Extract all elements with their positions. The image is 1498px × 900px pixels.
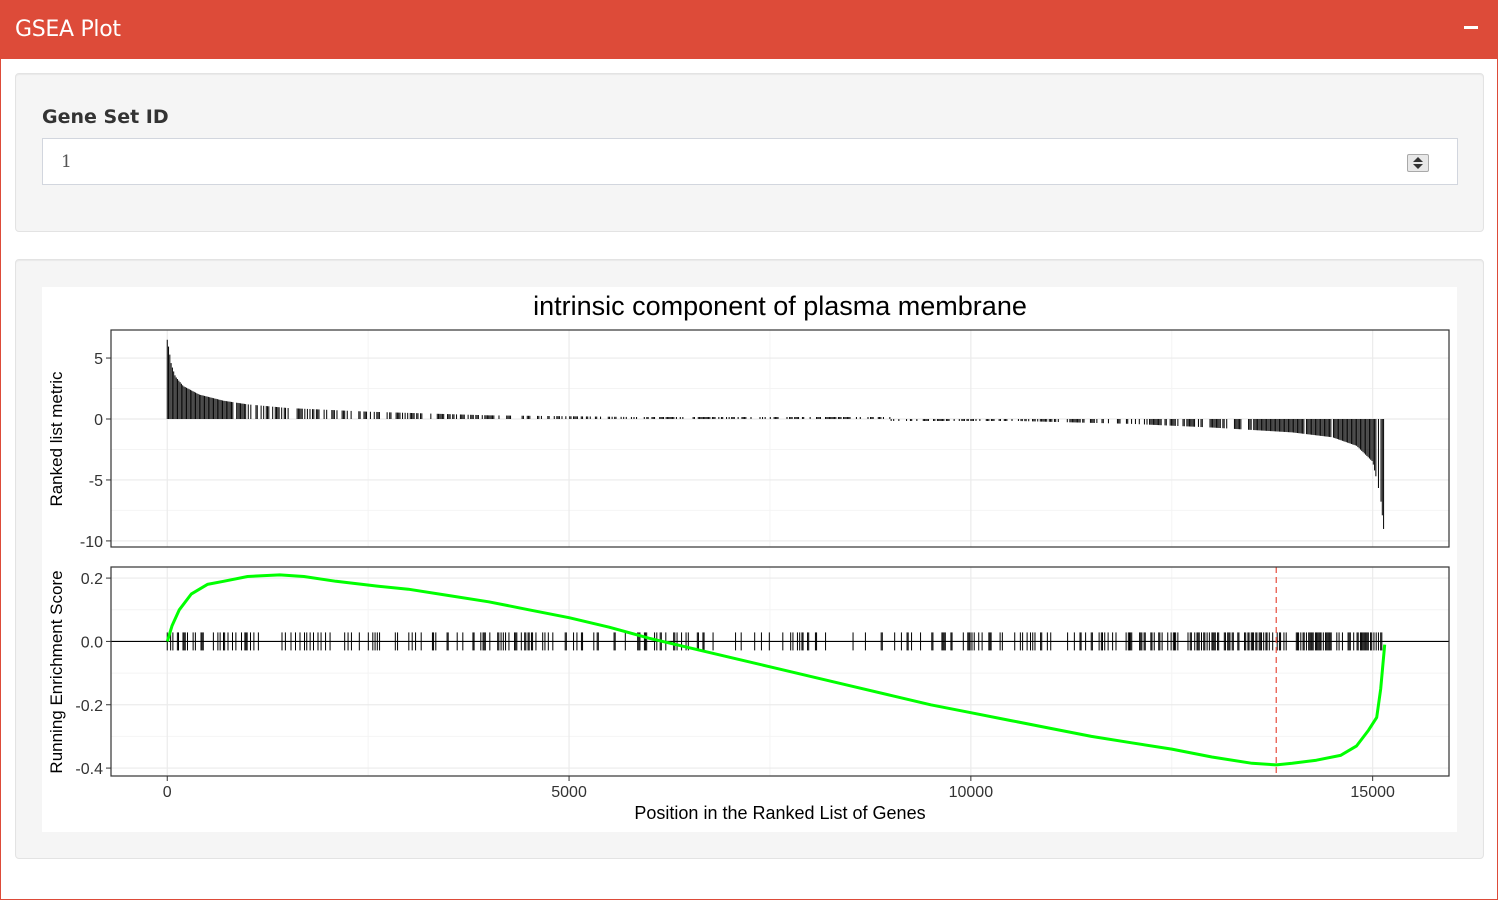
metric-y-axis-label: Ranked list metric [47, 371, 66, 507]
gsea-chart: intrinsic component of plasma membrane P… [47, 291, 1450, 823]
gsea-plot-area: intrinsic component of plasma membrane P… [42, 287, 1457, 832]
box-title: GSEA Plot [15, 17, 121, 42]
y-tick-label: 0.2 [81, 571, 103, 588]
spinner-up-icon[interactable] [1413, 157, 1423, 162]
y-tick-label: -5 [89, 473, 103, 490]
chart-title: intrinsic component of plasma membrane [533, 291, 1027, 321]
gene-set-id-input[interactable]: 1 [42, 138, 1458, 185]
y-tick-label: -0.4 [75, 761, 103, 778]
es-y-axis-label: Running Enrichment Score [47, 570, 66, 773]
gene-set-id-label: Gene Set ID [42, 106, 169, 128]
x-axis-label: Position in the Ranked List of Genes [634, 803, 925, 823]
input-panel: Gene Set ID 1 [15, 73, 1484, 232]
gene-set-id-value: 1 [61, 152, 72, 172]
x-tick-label: 15000 [1350, 784, 1395, 801]
spinner-arrows-icon[interactable] [1407, 154, 1429, 172]
gsea-plot-box: GSEA Plot Gene Set ID 1 intrinsic compon… [0, 0, 1498, 900]
y-tick-label: -0.2 [75, 698, 103, 715]
minus-icon[interactable] [1459, 15, 1483, 39]
box-header: GSEA Plot [1, 1, 1497, 59]
spinner-down-icon[interactable] [1413, 164, 1423, 169]
y-tick-label: 0.0 [81, 634, 103, 651]
x-tick-label: 0 [163, 784, 172, 801]
x-tick-label: 10000 [949, 784, 994, 801]
y-tick-label: -10 [80, 534, 103, 551]
minus-icon-bar [1464, 26, 1478, 29]
x-tick-label: 5000 [551, 784, 587, 801]
metric-panel-border [110, 329, 1450, 548]
y-tick-label: 0 [94, 412, 103, 429]
y-tick-label: 5 [94, 351, 103, 368]
score-panel-border [110, 566, 1450, 777]
plot-panel: intrinsic component of plasma membrane P… [15, 259, 1484, 859]
